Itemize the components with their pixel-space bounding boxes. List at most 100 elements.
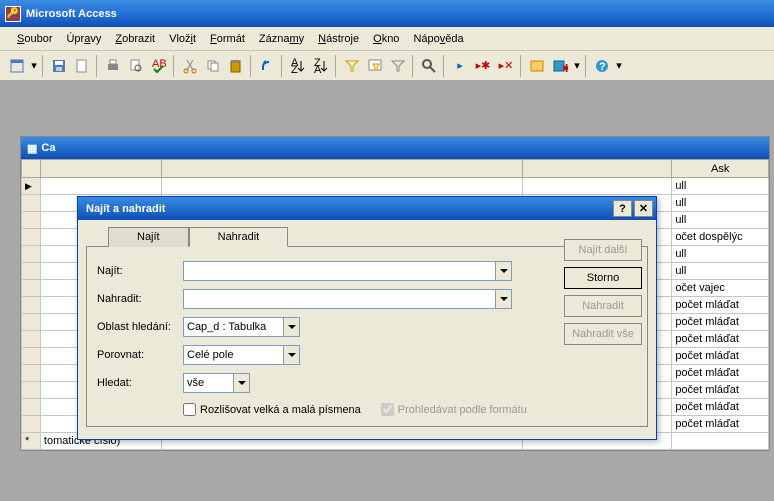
row-selector[interactable]: ▶	[22, 178, 41, 195]
menu-soubor[interactable]: Soubor	[10, 30, 59, 48]
cell-ask[interactable]: ull	[672, 195, 769, 212]
filter-form-button[interactable]	[364, 55, 386, 77]
menu-zaznamy[interactable]: Záznamy	[252, 30, 311, 48]
replace-all-button[interactable]: Nahradit vše	[564, 323, 642, 345]
search-select[interactable]	[183, 373, 233, 393]
lookin-dropdown-icon[interactable]	[283, 317, 300, 337]
row-selector[interactable]	[22, 399, 41, 416]
match-select[interactable]	[183, 345, 283, 365]
replace-dropdown-icon[interactable]	[495, 289, 512, 309]
dialog-help-button[interactable]: ?	[613, 200, 632, 217]
cell-ask[interactable]: ull	[672, 178, 769, 195]
rec-new-button[interactable]: ▸✱	[472, 55, 494, 77]
cut-button[interactable]	[179, 55, 201, 77]
row-selector[interactable]	[22, 382, 41, 399]
menu-napoveda[interactable]: Nápověda	[406, 30, 470, 48]
row-selector[interactable]	[22, 314, 41, 331]
row-selector[interactable]	[22, 246, 41, 263]
cell-ask[interactable]: počet mláďat	[672, 416, 769, 433]
row-selector[interactable]	[22, 280, 41, 297]
svg-text:Z: Z	[291, 64, 298, 74]
row-selector[interactable]	[22, 229, 41, 246]
row-selector[interactable]	[22, 212, 41, 229]
sort-desc-button[interactable]: ZA	[310, 55, 332, 77]
replace-button[interactable]: Nahradit	[564, 295, 642, 317]
row-selector-header[interactable]	[22, 160, 41, 178]
cell-ask[interactable]: ull	[672, 246, 769, 263]
access-icon: 🔑	[5, 6, 21, 22]
rec-delete-button[interactable]: ▸✕	[495, 55, 517, 77]
table-row[interactable]: ▶ ull	[22, 178, 769, 195]
menu-okno[interactable]: Okno	[366, 30, 406, 48]
copy-button[interactable]	[202, 55, 224, 77]
view-button[interactable]	[6, 55, 28, 77]
row-selector[interactable]	[22, 331, 41, 348]
col-header-ask[interactable]: Ask	[672, 160, 769, 178]
row-selector[interactable]	[22, 263, 41, 280]
dropdown3-icon[interactable]: ▾	[614, 55, 624, 77]
match-dropdown-icon[interactable]	[283, 345, 300, 365]
row-selector[interactable]	[22, 348, 41, 365]
cell-desc[interactable]	[161, 178, 522, 195]
cell-ask[interactable]: počet mláďat	[672, 331, 769, 348]
lookin-select[interactable]	[183, 317, 283, 337]
new-row-indicator[interactable]: *	[22, 433, 41, 450]
undo-button[interactable]	[256, 55, 278, 77]
find-next-button[interactable]: Najít další	[564, 239, 642, 261]
cell-ask[interactable]: očet vajec	[672, 280, 769, 297]
menu-nastroje[interactable]: Nástroje	[311, 30, 366, 48]
col-header-desc[interactable]	[161, 160, 522, 178]
new-button[interactable]	[71, 55, 93, 77]
menu-zobrazit[interactable]: Zobrazit	[108, 30, 162, 48]
db-window-button[interactable]	[526, 55, 548, 77]
cell-ask[interactable]: počet mláďat	[672, 382, 769, 399]
save-button[interactable]	[48, 55, 70, 77]
tab-replace[interactable]: Nahradit	[189, 227, 289, 247]
cell-q[interactable]	[523, 178, 672, 195]
format-checkbox	[381, 403, 394, 416]
find-input[interactable]	[183, 261, 495, 281]
dropdown2-icon[interactable]: ▾	[572, 55, 582, 77]
cell-ask[interactable]: ull	[672, 212, 769, 229]
spell-button[interactable]: ABC	[148, 55, 170, 77]
row-selector[interactable]	[22, 416, 41, 433]
search-dropdown-icon[interactable]	[233, 373, 250, 393]
check-format: Prohledávat podle formátu	[381, 403, 527, 416]
cell-ask[interactable]: počet mláďat	[672, 399, 769, 416]
replace-input[interactable]	[183, 289, 495, 309]
find-button[interactable]	[418, 55, 440, 77]
cancel-button[interactable]: Storno	[564, 267, 642, 289]
cell-ask[interactable]: očet dospělýc	[672, 229, 769, 246]
tab-find[interactable]: Najít	[108, 227, 189, 247]
row-selector[interactable]	[22, 365, 41, 382]
app-title: Microsoft Access	[26, 8, 117, 20]
cell-id[interactable]	[40, 178, 161, 195]
find-dropdown-icon[interactable]	[495, 261, 512, 281]
sort-asc-button[interactable]: AZ	[287, 55, 309, 77]
row-selector[interactable]	[22, 195, 41, 212]
check-case[interactable]: Rozlišovat velká a malá písmena	[183, 403, 361, 416]
case-checkbox[interactable]	[183, 403, 196, 416]
filter-toggle-button[interactable]	[387, 55, 409, 77]
cell-ask[interactable]: počet mláďat	[672, 314, 769, 331]
dialog-close-button[interactable]: ✕	[634, 200, 653, 217]
cell-ask[interactable]: ull	[672, 263, 769, 280]
cell-ask[interactable]: počet mláďat	[672, 348, 769, 365]
print-button[interactable]	[102, 55, 124, 77]
dropdown-icon[interactable]: ▾	[29, 55, 39, 77]
rec-first-button[interactable]: ▸	[449, 55, 471, 77]
menu-upravy[interactable]: Úpravy	[59, 30, 108, 48]
col-header-q[interactable]	[523, 160, 672, 178]
cell-ask[interactable]: počet mláďat	[672, 365, 769, 382]
paste-button[interactable]	[225, 55, 247, 77]
col-header-id[interactable]	[40, 160, 161, 178]
dialog-titlebar[interactable]: Najít a nahradit ? ✕	[78, 197, 656, 220]
preview-button[interactable]	[125, 55, 147, 77]
help-button[interactable]: ?	[591, 55, 613, 77]
row-selector[interactable]	[22, 297, 41, 314]
new-obj-button[interactable]: ✱	[549, 55, 571, 77]
cell-ask[interactable]: počet mláďat	[672, 297, 769, 314]
menu-format[interactable]: Formát	[203, 30, 252, 48]
filter-sel-button[interactable]	[341, 55, 363, 77]
menu-vlozit[interactable]: Vložit	[162, 30, 203, 48]
